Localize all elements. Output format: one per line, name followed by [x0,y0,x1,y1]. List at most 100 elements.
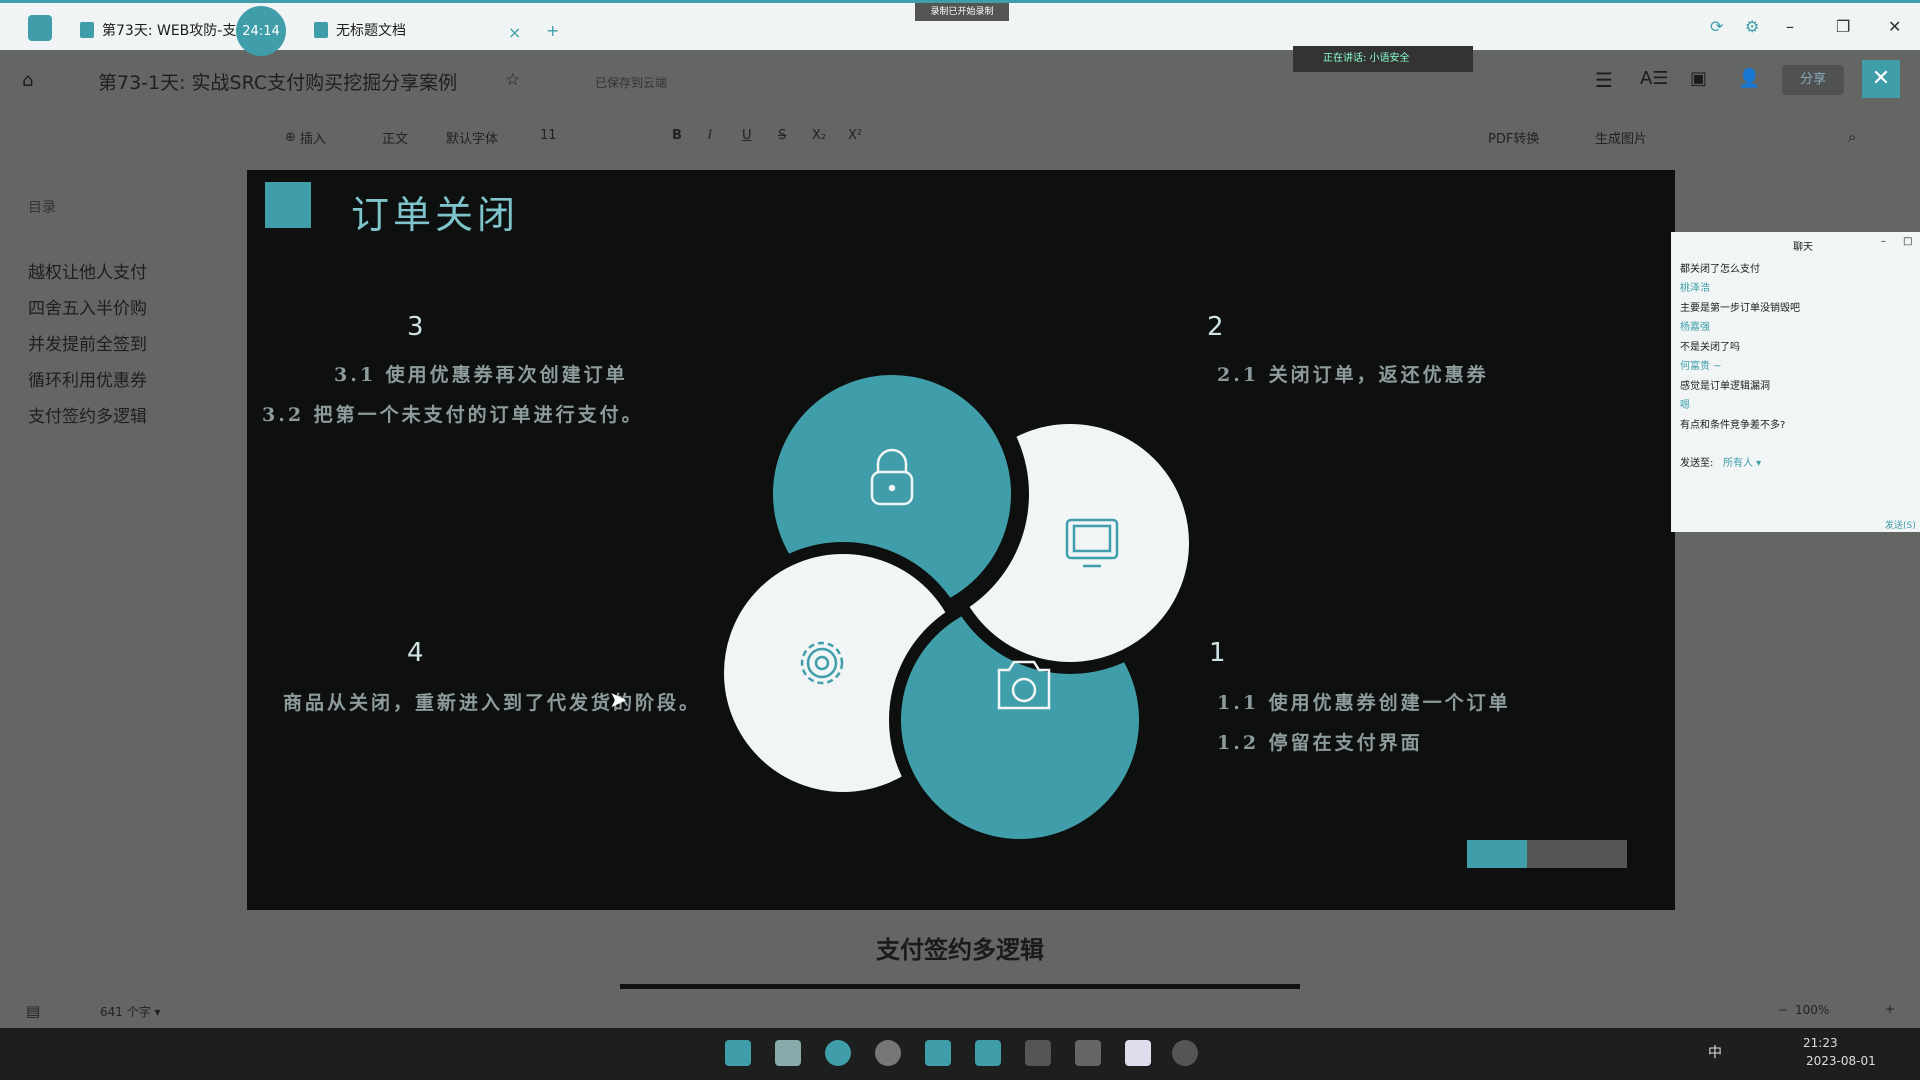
chat-sender: 何富贵 ~ [1680,361,1722,372]
app-icon[interactable] [1025,1040,1051,1066]
section-heading: 支付签约多逻辑 [876,936,1044,964]
star-icon[interactable]: ☆ [505,70,520,90]
document-title[interactable]: 第73-1天: 实战SRC支付购买挖掘分享案例 [98,68,457,95]
zoom-in-button[interactable]: + [1885,1002,1895,1016]
tab-document-1[interactable]: 第73天: WEB攻防-支 [80,15,236,45]
toc-heading: 目录 [28,200,56,216]
mouse-cursor-icon: ➤ [609,688,628,713]
chat-message: 不是关闭了吗 [1680,342,1740,353]
edge-icon[interactable] [825,1040,851,1066]
subscript-button[interactable]: X₂ [812,128,826,143]
tab-label: 第73天: WEB攻防-支 [102,23,237,39]
italic-button[interactable]: I [708,128,712,143]
horizontal-scrollbar[interactable] [620,984,1300,989]
chat-maximize-button[interactable]: □ [1903,236,1912,247]
zoom-out-button[interactable]: − [1778,1003,1788,1017]
word-count[interactable]: 641 个字 ▾ [100,1003,161,1020]
font-select[interactable]: 默认字体 [446,128,498,147]
step-text: 3.2 把第一个未支付的订单进行支付。 [262,404,644,426]
doc-icon [80,22,94,38]
refresh-icon[interactable]: ⟳ [1710,17,1723,36]
insert-button[interactable]: ⊕ 插入 [285,128,326,147]
close-window-button[interactable]: ✕ [1888,17,1901,36]
docs-app-icon[interactable] [925,1040,951,1066]
send-to-select[interactable]: 所有人 ▾ [1723,454,1761,469]
toc-item[interactable]: 越权让他人支付 [28,258,147,283]
app-icon[interactable] [1125,1040,1151,1066]
chat-message: 感觉是订单逻辑漏洞 [1680,381,1770,392]
paragraph-style-select[interactable]: 正文 [382,128,408,147]
slide-decoration [1467,840,1627,868]
chat-message: 都关闭了怎么支付 [1680,264,1760,275]
superscript-button[interactable]: X² [848,128,862,143]
chat-sender: 杨嘉强 [1680,322,1710,333]
title-bar: 第73天: WEB攻防-支 无标题文档 × + 录制已开始录制 ⟳ ⚙ – ❐ … [0,0,1920,50]
outline-icon[interactable]: ▤ [26,1002,40,1020]
collaborator-icon[interactable]: 👤 [1738,68,1760,89]
generate-image-button[interactable]: 生成图片 [1595,128,1647,147]
home-icon[interactable]: ⌂ [22,70,33,91]
chat-sender: 嗯 [1680,400,1690,411]
file-explorer-icon[interactable] [775,1040,801,1066]
tab-document-2[interactable]: 无标题文档 [314,15,406,45]
send-button[interactable]: 发送(S) [1885,518,1916,531]
plus-circle-icon: ⊕ [285,130,296,145]
toc-item[interactable]: 循环利用优惠券 [28,366,147,391]
new-tab-button[interactable]: + [546,21,559,40]
insert-label: 插入 [299,132,326,147]
step-number: 1 [1209,638,1226,668]
zoom-level[interactable]: 100% [1795,1003,1829,1017]
step-number: 2 [1207,312,1224,342]
share-button[interactable]: 分享 [1782,65,1844,95]
chat-panel: 聊天 – □ 都关闭了怎么支付 桃泽浩 主要是第一步订单没销毁吧 杨嘉强 不是关… [1671,232,1920,532]
step-text: 2.1 关闭订单，返还优惠券 [1217,364,1489,386]
chrome-icon[interactable] [875,1040,901,1066]
send-to-label: 发送至: [1680,458,1714,469]
chat-minimize-button[interactable]: – [1881,236,1886,247]
step-text: 1.1 使用优惠券创建一个订单 [1217,692,1511,714]
recording-timer: 24:14 [236,6,286,56]
toc-item[interactable]: 四舍五入半价购 [28,294,147,319]
app-icon[interactable] [975,1040,1001,1066]
close-presentation-button[interactable]: ✕ [1862,60,1900,98]
font-size-icon[interactable]: A☰ [1640,68,1668,89]
minimize-button[interactable]: – [1786,17,1794,36]
font-size-select[interactable]: 11 [540,128,557,143]
doc-icon [314,22,328,38]
chat-sender: 桃泽浩 [1680,283,1710,294]
step-text: 1.2 停留在支付界面 [1217,732,1423,754]
chat-message: 有点和条件竞争差不多? [1680,420,1786,431]
settings-icon[interactable]: ⚙ [1745,17,1759,36]
present-icon[interactable]: ▣ [1690,68,1707,89]
app-icon[interactable] [1172,1040,1198,1066]
chat-message: 主要是第一步订单没销毁吧 [1680,303,1800,314]
app-icon[interactable] [1075,1040,1101,1066]
search-icon[interactable]: ⌕ [1848,128,1856,146]
underline-button[interactable]: U [742,128,752,143]
save-status: 已保存到云端 [595,76,668,90]
toc-item[interactable]: 并发提前全签到 [28,330,147,355]
start-icon[interactable] [725,1040,751,1066]
clock-date[interactable]: 2023-08-01 [1806,1054,1876,1068]
toc-item[interactable]: 支付签约多逻辑 [28,402,147,427]
step-text: 3.1 使用优惠券再次创建订单 [334,364,628,386]
bold-button[interactable]: B [672,128,682,143]
step-number: 3 [407,312,424,342]
close-tab-button[interactable]: × [508,23,521,42]
maximize-button[interactable]: ❐ [1836,17,1850,36]
recording-banner: 录制已开始录制 [915,3,1009,21]
pdf-convert-button[interactable]: PDF转换 [1488,128,1539,147]
step-number: 4 [407,638,424,668]
clock-time[interactable]: 21:23 [1803,1036,1838,1050]
tab-label: 无标题文档 [336,23,406,39]
strikethrough-button[interactable]: S [778,128,786,143]
ime-indicator[interactable]: 中 [1708,1042,1722,1062]
speaking-indicator: 正在讲话: 小语安全 [1293,46,1473,72]
step-text: 商品从关闭，重新进入到了代发货的阶段。 [283,692,702,714]
app-logo[interactable] [28,15,52,41]
menu-icon[interactable]: ☰ [1595,68,1613,92]
monitor-segment [939,412,1201,674]
slide-image: 订单关闭 3 3.1 使用优惠券再次创建订单 3.2 把第一个未支付的订单进行支… [247,170,1675,910]
taskbar [0,1028,1920,1080]
chat-title: 聊天 [1793,242,1813,253]
